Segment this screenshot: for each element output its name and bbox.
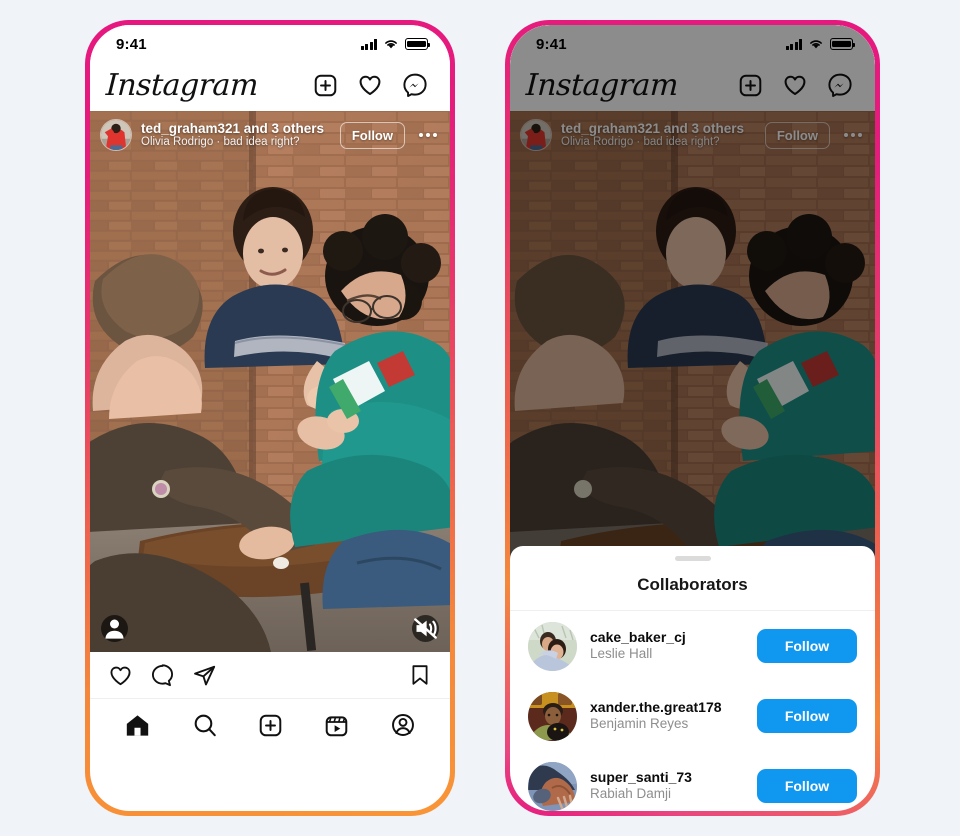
activity-heart-icon[interactable] xyxy=(357,72,383,98)
battery-full-icon xyxy=(405,38,431,50)
post-follow-button-right: Follow xyxy=(764,121,830,149)
share-icon[interactable] xyxy=(192,663,217,688)
list-item-text: cake_baker_cj Leslie Hall xyxy=(590,629,744,663)
post-author-meta: ted_graham321 and 3 others Olivia Rodrig… xyxy=(141,121,331,150)
tab-home[interactable] xyxy=(124,712,151,739)
post-photo-image xyxy=(90,111,450,652)
status-icons-right xyxy=(785,38,856,50)
new-post-icon[interactable] xyxy=(313,73,338,98)
collaborator-username: super_santi_73 xyxy=(590,768,692,785)
status-bar: 9:41 xyxy=(90,25,450,59)
save-bookmark-icon[interactable] xyxy=(408,663,432,687)
list-item[interactable]: cake_baker_cj Leslie Hall Follow xyxy=(510,611,875,681)
wifi-icon xyxy=(385,40,397,49)
post-author-name: ted_graham321 and 3 others xyxy=(141,120,325,136)
phone-screen-right: 9:41 Instagram ted_graham321 and 3 other… xyxy=(510,25,875,811)
status-bar-right: 9:41 xyxy=(510,25,875,59)
list-item-text: xander.the.great178 Benjamin Reyes xyxy=(590,699,744,733)
avatar[interactable] xyxy=(528,761,577,811)
post-audio-line: Olivia Rodrigo · bad idea right? xyxy=(141,136,300,149)
collaborator-fullname: Benjamin Reyes xyxy=(590,716,689,732)
author-avatar[interactable] xyxy=(100,119,132,151)
collaborator-fullname: Leslie Hall xyxy=(590,646,653,662)
author-avatar-image-right xyxy=(521,120,551,150)
status-time-right: 9:41 xyxy=(536,35,567,53)
avatar-image-2 xyxy=(528,691,577,741)
post-photo[interactable]: ted_graham321 and 3 others Olivia Rodrig… xyxy=(90,111,450,652)
messenger-icon[interactable] xyxy=(402,72,428,98)
post-author-meta-right: ted_graham321 and 3 others Olivia Rodrig… xyxy=(561,121,756,150)
post-follow-button[interactable]: Follow xyxy=(339,121,405,149)
tab-create[interactable] xyxy=(258,713,283,738)
follow-button[interactable]: Follow xyxy=(757,769,857,803)
more-options-icon[interactable] xyxy=(414,133,440,137)
list-item[interactable]: super_santi_73 Rabiah Damji Follow xyxy=(510,751,875,811)
app-header-actions-right xyxy=(738,72,853,98)
audio-muted-icon[interactable] xyxy=(412,615,439,642)
sheet-title: Collaborators xyxy=(510,561,875,611)
tab-search[interactable] xyxy=(192,712,218,738)
post-action-bar xyxy=(90,652,450,699)
instagram-logo: Instagram xyxy=(105,67,259,103)
post-audio-line-right: Olivia Rodrigo · bad idea right? xyxy=(561,136,720,149)
phone-screen-left: 9:41 Instagram ted_graham321 and 3 other… xyxy=(90,25,450,811)
list-item[interactable]: xander.the.great178 Benjamin Reyes Follo… xyxy=(510,681,875,751)
app-header: Instagram xyxy=(90,59,450,111)
author-avatar-right xyxy=(520,119,552,151)
avatar-image-1 xyxy=(528,621,577,671)
tab-profile[interactable] xyxy=(390,712,416,738)
status-time: 9:41 xyxy=(116,35,147,53)
author-avatar-image xyxy=(101,120,131,150)
audio-muted-glyph xyxy=(414,618,437,639)
new-post-icon-right[interactable] xyxy=(738,73,763,98)
bottom-tab-bar xyxy=(90,699,450,751)
cellular-signal-icon xyxy=(360,38,377,50)
phone-mockup-right: 9:41 Instagram ted_graham321 and 3 other… xyxy=(505,20,880,816)
app-header-actions xyxy=(313,72,428,98)
phone-mockup-left: 9:41 Instagram ted_graham321 and 3 other… xyxy=(85,20,455,816)
wifi-icon-right xyxy=(810,40,822,49)
people-tag-glyph xyxy=(105,619,124,639)
status-icons xyxy=(360,38,431,50)
feed-post: ted_graham321 and 3 others Olivia Rodrig… xyxy=(90,111,450,751)
activity-heart-icon-right[interactable] xyxy=(782,72,808,98)
instagram-logo-right: Instagram xyxy=(525,67,679,103)
more-options-icon-right xyxy=(839,133,865,137)
collaborators-sheet: Collaborators cake_baker_cj Leslie Hall … xyxy=(510,546,875,811)
screenshot-canvas: 9:41 Instagram ted_graham321 and 3 other… xyxy=(0,0,960,836)
battery-full-icon-right xyxy=(830,38,856,50)
comment-icon[interactable] xyxy=(150,663,175,688)
post-header-right: ted_graham321 and 3 others Olivia Rodrig… xyxy=(510,111,875,159)
collaborator-username: xander.the.great178 xyxy=(590,698,722,715)
messenger-icon-right[interactable] xyxy=(827,72,853,98)
post-author-name-right: ted_graham321 and 3 others xyxy=(561,120,745,136)
collaborator-fullname: Rabiah Damji xyxy=(590,786,672,802)
collaborator-username: cake_baker_cj xyxy=(590,628,686,645)
follow-button[interactable]: Follow xyxy=(757,629,857,663)
like-icon[interactable] xyxy=(108,663,133,688)
avatar[interactable] xyxy=(528,621,577,671)
cellular-signal-icon-right xyxy=(785,38,802,50)
post-header: ted_graham321 and 3 others Olivia Rodrig… xyxy=(90,111,450,159)
app-header-right: Instagram xyxy=(510,59,875,111)
avatar-image-3 xyxy=(528,761,577,811)
people-tag-icon[interactable] xyxy=(101,615,128,642)
list-item-text: super_santi_73 Rabiah Damji xyxy=(590,769,744,803)
avatar[interactable] xyxy=(528,691,577,741)
tab-reels[interactable] xyxy=(324,713,349,738)
follow-button[interactable]: Follow xyxy=(757,699,857,733)
